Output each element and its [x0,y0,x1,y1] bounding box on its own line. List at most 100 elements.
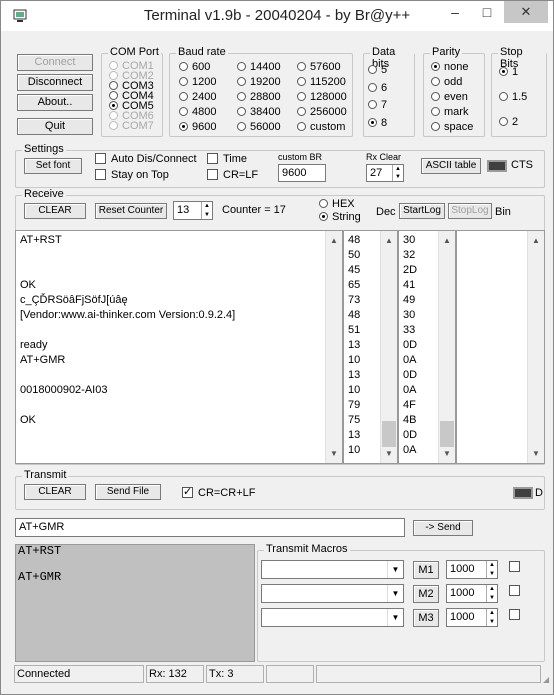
transmit-history[interactable]: AT+RST AT+GMR [15,544,255,662]
data_bits-radio-8[interactable]: 8 [368,117,387,129]
parity-radio-space[interactable]: space [431,121,473,133]
baud_rate-radio-dot [297,77,306,86]
data_bits-radio-6[interactable]: 6 [368,82,387,94]
bin-values-area[interactable]: ▲ ▼ [456,230,545,464]
parity-radio-even[interactable]: even [431,91,468,103]
receive-title: Receive [22,188,66,200]
baud_rate-radio-128000[interactable]: 128000 [297,91,347,103]
hex-scroll-up-icon[interactable]: ▲ [439,233,455,248]
macro-interval-spin-arrows[interactable]: ▲ ▼ [486,585,497,602]
minimize-button[interactable]: – [441,1,469,23]
bin-scroll-up-icon[interactable]: ▲ [528,233,544,248]
counter-spinner[interactable]: 13 ▲ ▼ [173,201,213,220]
macro-interval-spinner-2[interactable]: 1000 ▲ ▼ [446,584,498,603]
receive-text-scrollbar[interactable]: ▲ ▼ [325,231,342,463]
hex-values-area[interactable]: 30 32 2D 41 49 30 33 0D 0A 0D 0A 4F 4B 0D 0A ▲ ▼ [398,230,456,464]
baud_rate-radio-custom[interactable]: custom [297,121,345,133]
macro-repeat-checkbox-3[interactable] [509,609,525,621]
macro-repeat-checkbox-1[interactable] [509,561,525,573]
macro-button-2[interactable]: M2 [413,585,439,603]
stop_bits-radio-1[interactable]: 1 [499,66,518,78]
scroll-down-icon[interactable]: ▼ [326,446,342,461]
custom-br-input[interactable]: 9600 [278,164,326,182]
hex-scrollbar[interactable]: ▲ ▼ [438,231,455,463]
cr-lf-checkbox[interactable]: CR=LF [207,169,258,181]
chevron-down-icon[interactable]: ▼ [387,585,403,602]
cr-cr-lf-checkbox[interactable]: CR=CR+LF [182,485,255,499]
com_port-radio-com7[interactable]: COM7 [109,120,154,132]
macro-button-3[interactable]: M3 [413,609,439,627]
data_bits-radio-5[interactable]: 5 [368,64,387,76]
time-checkbox[interactable]: Time [207,153,247,165]
disconnect-button[interactable]: Disconnect [17,74,93,91]
stop-log-button[interactable]: StopLog [448,203,492,219]
counter-spin-arrows[interactable]: ▲ ▼ [201,202,212,219]
string-radio[interactable]: String [319,211,361,223]
dec-scroll-thumb[interactable] [382,421,396,447]
maximize-button[interactable]: □ [473,1,501,23]
macro-combo-3[interactable]: ▼ [261,608,404,627]
rx-clear-spin-arrows[interactable]: ▲ ▼ [392,165,403,181]
hex-scroll-down-icon[interactable]: ▼ [439,446,455,461]
baud_rate-radio-1200[interactable]: 1200 [179,76,216,88]
transmit-clear-button[interactable]: CLEAR [24,484,86,500]
dec-scrollbar[interactable]: ▲ ▼ [380,231,397,463]
bin-scrollbar[interactable]: ▲ ▼ [527,231,544,463]
stop_bits-radio-2[interactable]: 2 [499,116,518,128]
receive-line [20,263,235,278]
baud_rate-radio-4800[interactable]: 4800 [179,106,216,118]
parity-radio-odd[interactable]: odd [431,76,462,88]
baud_rate-radio-2400[interactable]: 2400 [179,91,216,103]
receive-line: c_ÇĎRSöâFjSöfJ[úâę [20,294,128,306]
data_bits-radio-7[interactable]: 7 [368,99,387,111]
quit-button[interactable]: Quit [17,118,93,135]
dec-scroll-down-icon[interactable]: ▼ [381,446,397,461]
stop_bits-radio-1-5[interactable]: 1.5 [499,91,527,103]
parity-radio-none[interactable]: none [431,61,468,73]
send-file-button[interactable]: Send File [95,484,161,500]
macro-combo-2[interactable]: ▼ [261,584,404,603]
baud_rate-radio-600[interactable]: 600 [179,61,210,73]
dec-values-area[interactable]: 48 50 45 65 73 48 51 13 10 13 10 79 75 13 10 ▲ ▼ [343,230,398,464]
baud_rate-radio-19200[interactable]: 19200 [237,76,281,88]
auto-dis-connect-checkbox[interactable]: Auto Dis/Connect [95,153,197,165]
dec-scroll-up-icon[interactable]: ▲ [381,233,397,248]
chevron-down-icon[interactable]: ▼ [387,561,403,578]
macro-repeat-checkbox-2[interactable] [509,585,525,597]
macro-interval-spin-arrows[interactable]: ▲ ▼ [486,561,497,578]
baud_rate-radio-label: 2400 [192,91,217,103]
send-button[interactable]: -> Send [413,520,473,536]
macro-interval-spinner-1[interactable]: 1000 ▲ ▼ [446,560,498,579]
resize-grip-icon[interactable]: ◢ [543,675,553,685]
baud_rate-radio-115200[interactable]: 115200 [297,76,346,88]
close-button[interactable]: ✕ [504,1,548,23]
baud_rate-radio-57600[interactable]: 57600 [297,61,341,73]
bin-scroll-down-icon[interactable]: ▼ [528,446,544,461]
baud_rate-radio-38400[interactable]: 38400 [237,106,281,118]
hex-scroll-thumb[interactable] [440,421,454,447]
scroll-up-icon[interactable]: ▲ [326,233,342,248]
connect-button[interactable]: Connect [17,54,93,71]
baud_rate-radio-28800[interactable]: 28800 [237,91,281,103]
chevron-down-icon[interactable]: ▼ [387,609,403,626]
parity-radio-mark[interactable]: mark [431,106,468,118]
receive-clear-button[interactable]: CLEAR [24,203,86,219]
baud_rate-radio-14400[interactable]: 14400 [237,61,281,73]
macro-button-1[interactable]: M1 [413,561,439,579]
macro-interval-spinner-3[interactable]: 1000 ▲ ▼ [446,608,498,627]
set-font-button[interactable]: Set font [24,158,82,174]
start-log-button[interactable]: StartLog [399,203,445,219]
baud_rate-radio-9600[interactable]: 9600 [179,121,216,133]
receive-text-area[interactable]: AT+RST OK c_ÇĎRSöâFjSöfJ[úâę [Vendor:www.ai… [15,230,343,464]
hex-radio[interactable]: HEX [319,198,355,210]
macro-interval-spin-arrows[interactable]: ▲ ▼ [486,609,497,626]
rx-clear-spinner[interactable]: 27 ▲ ▼ [366,164,404,182]
transmit-input[interactable]: AT+GMR [15,518,405,537]
stay-on-top-checkbox[interactable]: Stay on Top [95,169,169,181]
about-button[interactable]: About.. [17,94,93,111]
baud_rate-radio-56000[interactable]: 56000 [237,121,281,133]
ascii-table-button[interactable]: ASCII table [421,158,481,174]
baud_rate-radio-256000[interactable]: 256000 [297,106,347,118]
macro-combo-1[interactable]: ▼ [261,560,404,579]
reset-counter-button[interactable]: Reset Counter [95,203,167,219]
